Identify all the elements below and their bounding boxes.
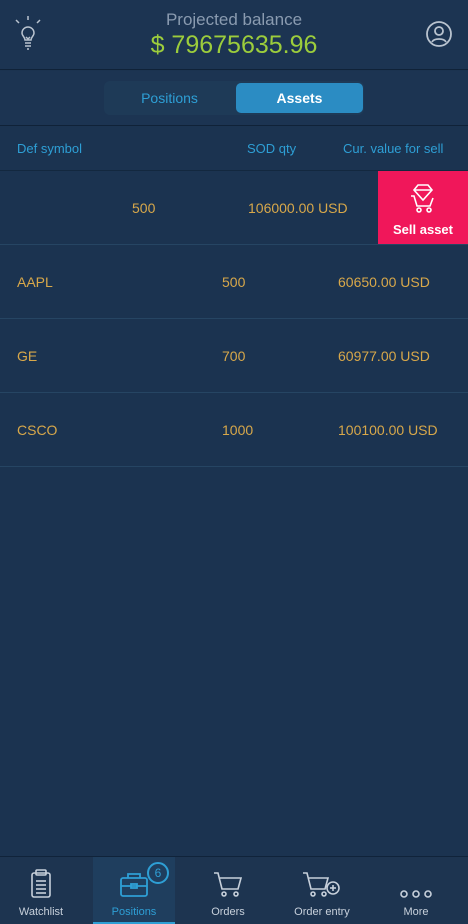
table-row[interactable]: GE 700 60977.00 USD (0, 319, 468, 393)
tab-order-entry[interactable]: Order entry (281, 857, 363, 924)
cart-diamond-icon (411, 184, 434, 213)
tab-more[interactable]: More (375, 857, 457, 924)
balance-title: Projected balance (165, 10, 303, 29)
segment-bar: Positions Assets (0, 71, 468, 126)
table-row-swiped[interactable]: 500 106000.00 USD Sell asset (0, 171, 468, 245)
table-header: Def symbol SOD qty Cur. value for sell (0, 127, 468, 171)
tab-order-entry-label: Order entry (294, 906, 350, 918)
cart-icon (187, 869, 269, 899)
row-value: 60650.00 USD (338, 274, 430, 290)
user-profile-icon[interactable] (424, 19, 454, 55)
header: Projected balance $ 79675635.96 (0, 0, 468, 70)
sell-asset-label: Sell asset (393, 222, 453, 237)
cart-plus-icon (281, 869, 363, 899)
bottom-tab-bar: Watchlist Positions Orders Order entry M… (0, 856, 468, 924)
tab-orders-label: Orders (211, 906, 245, 918)
row-qty: 500 (132, 200, 156, 216)
column-cur-value[interactable]: Cur. value for sell (343, 141, 443, 156)
tab-positions[interactable]: Positions (106, 83, 233, 113)
table-row[interactable]: CSCO 1000 100100.00 USD (0, 393, 468, 467)
segmented-control: Positions Assets (104, 81, 364, 115)
row-symbol: AAPL (17, 274, 53, 290)
row-value: 106000.00 USD (248, 200, 348, 216)
tab-assets[interactable]: Assets (236, 83, 363, 113)
row-value: 60977.00 USD (338, 348, 430, 364)
column-sod-qty[interactable]: SOD qty (247, 141, 296, 156)
clipboard-icon (0, 869, 82, 899)
tab-watchlist[interactable]: Watchlist (0, 857, 82, 924)
positions-count-badge: 6 (147, 862, 169, 884)
table-row[interactable]: AAPL 500 60650.00 USD (0, 245, 468, 319)
row-symbol: GE (17, 348, 38, 364)
more-dots-icon (375, 869, 457, 899)
row-qty: 1000 (222, 422, 254, 438)
tab-watchlist-label: Watchlist (18, 906, 64, 918)
projected-balance: $ 79675635.96 (150, 31, 318, 59)
tab-orders[interactable]: Orders (187, 857, 269, 924)
tab-more-label: More (403, 906, 429, 918)
sell-asset-button[interactable]: Sell asset (378, 171, 468, 244)
row-symbol: CSCO (17, 422, 58, 438)
row-qty: 700 (222, 348, 246, 364)
row-qty: 500 (222, 274, 246, 290)
column-def-symbol[interactable]: Def symbol (17, 141, 82, 156)
tab-positions-label: Positions (111, 906, 157, 918)
row-value: 100100.00 USD (338, 422, 438, 438)
